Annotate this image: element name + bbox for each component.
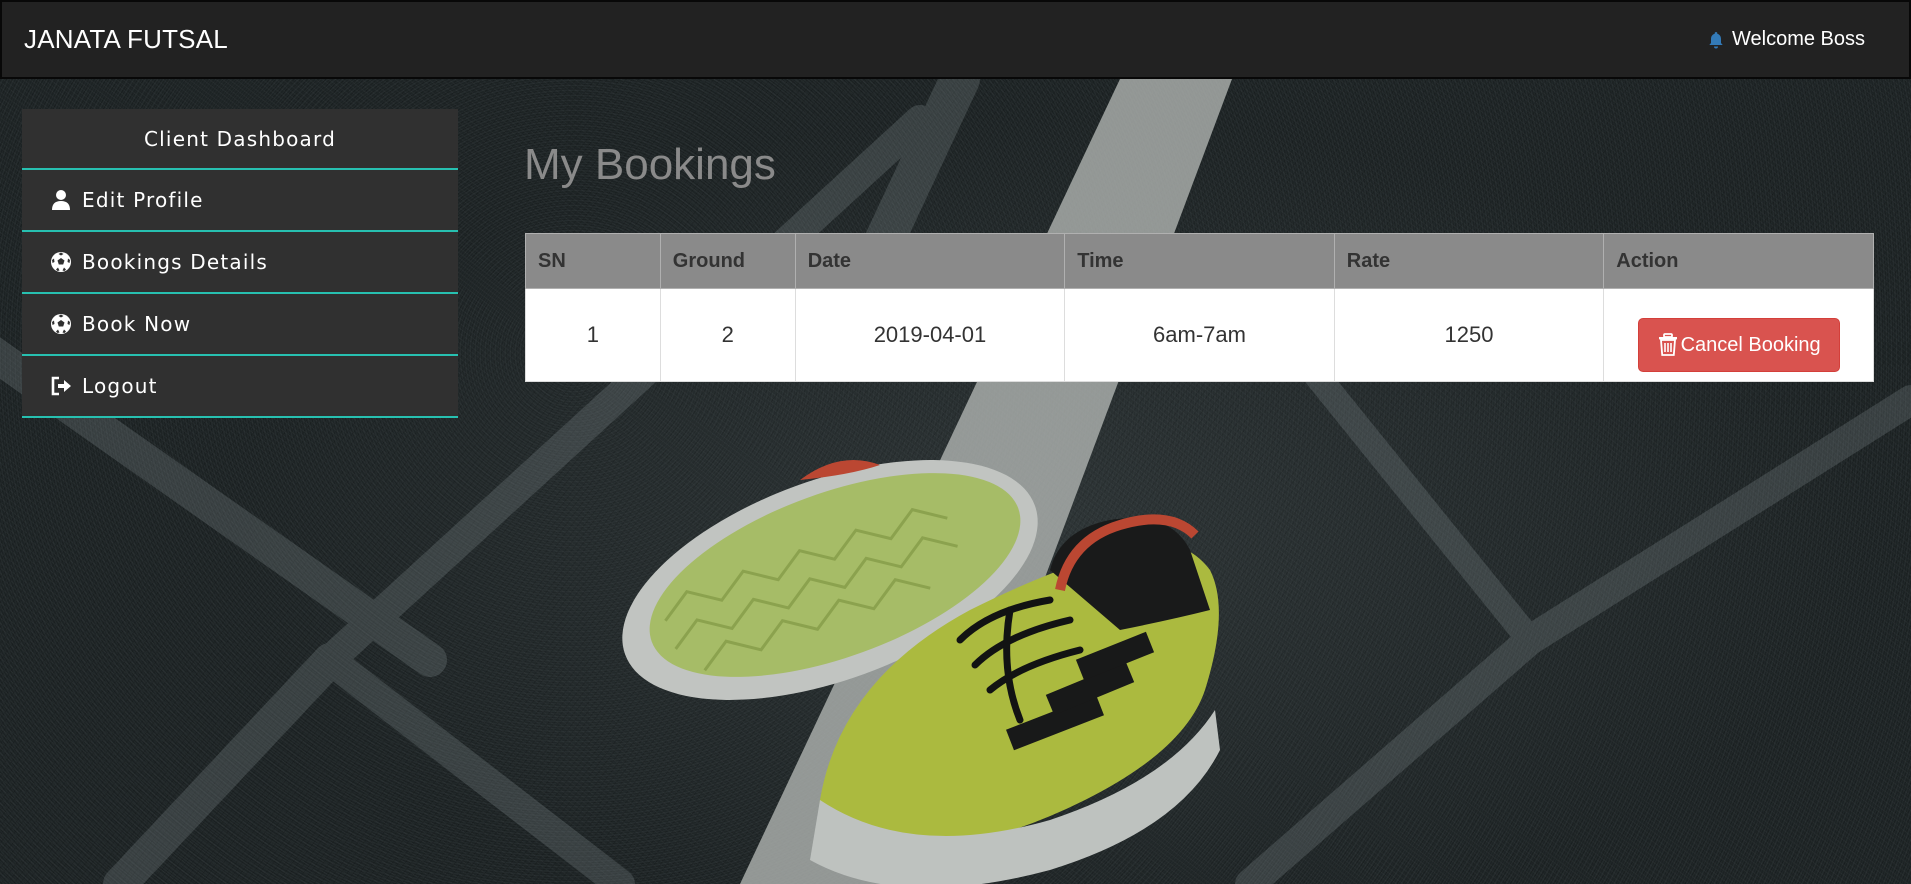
sidebar-heading: Client Dashboard (22, 109, 458, 170)
cell-date: 2019-04-01 (794, 288, 1066, 382)
cell-sn: 1 (525, 288, 661, 382)
column-header-rate: Rate (1333, 233, 1605, 289)
column-header-time: Time (1064, 233, 1335, 289)
table-header-row: SN Ground Date Time Rate Action (525, 233, 1874, 289)
brand-title[interactable]: JANATA FUTSAL (24, 24, 228, 55)
welcome-text: Welcome Boss (1731, 28, 1865, 50)
cancel-booking-label: Cancel Booking (1680, 333, 1821, 356)
cancel-booking-button[interactable]: Cancel Booking (1637, 318, 1840, 372)
soccer-ball-icon (51, 252, 71, 272)
trash-icon (1658, 333, 1677, 356)
soccer-ball-icon (51, 314, 71, 334)
sidebar-item-label: Book Now (82, 312, 192, 336)
page-title: My Bookings (524, 140, 776, 189)
column-header-date: Date (794, 233, 1066, 289)
sidebar-item-logout[interactable]: Logout (22, 356, 458, 418)
sidebar-item-bookings-details[interactable]: Bookings Details (22, 232, 458, 294)
cell-action: Cancel Booking (1603, 288, 1874, 382)
user-welcome[interactable]: Welcome Boss (1706, 28, 1865, 51)
sidebar-item-book-now[interactable]: Book Now (22, 294, 458, 356)
bell-icon (1709, 31, 1723, 48)
sidebar: Client Dashboard Edit Profile Bookings D… (22, 109, 458, 418)
column-header-action: Action (1603, 233, 1874, 289)
user-icon (52, 190, 70, 210)
sidebar-item-label: Bookings Details (82, 250, 269, 274)
cell-time: 6am-7am (1064, 288, 1335, 382)
table-row: 1 2 2019-04-01 6am-7am 1250 Cancel Booki… (525, 288, 1874, 382)
cell-ground: 2 (659, 288, 796, 382)
logout-icon (51, 376, 71, 396)
sidebar-item-label: Edit Profile (82, 188, 204, 212)
column-header-ground: Ground (659, 233, 796, 289)
cell-rate: 1250 (1333, 288, 1605, 382)
bookings-table: SN Ground Date Time Rate Action 1 2 2019… (525, 233, 1874, 382)
top-navbar: JANATA FUTSAL Welcome Boss (0, 0, 1911, 79)
column-header-sn: SN (525, 233, 661, 289)
sidebar-item-edit-profile[interactable]: Edit Profile (22, 170, 458, 232)
sidebar-item-label: Logout (82, 374, 158, 398)
